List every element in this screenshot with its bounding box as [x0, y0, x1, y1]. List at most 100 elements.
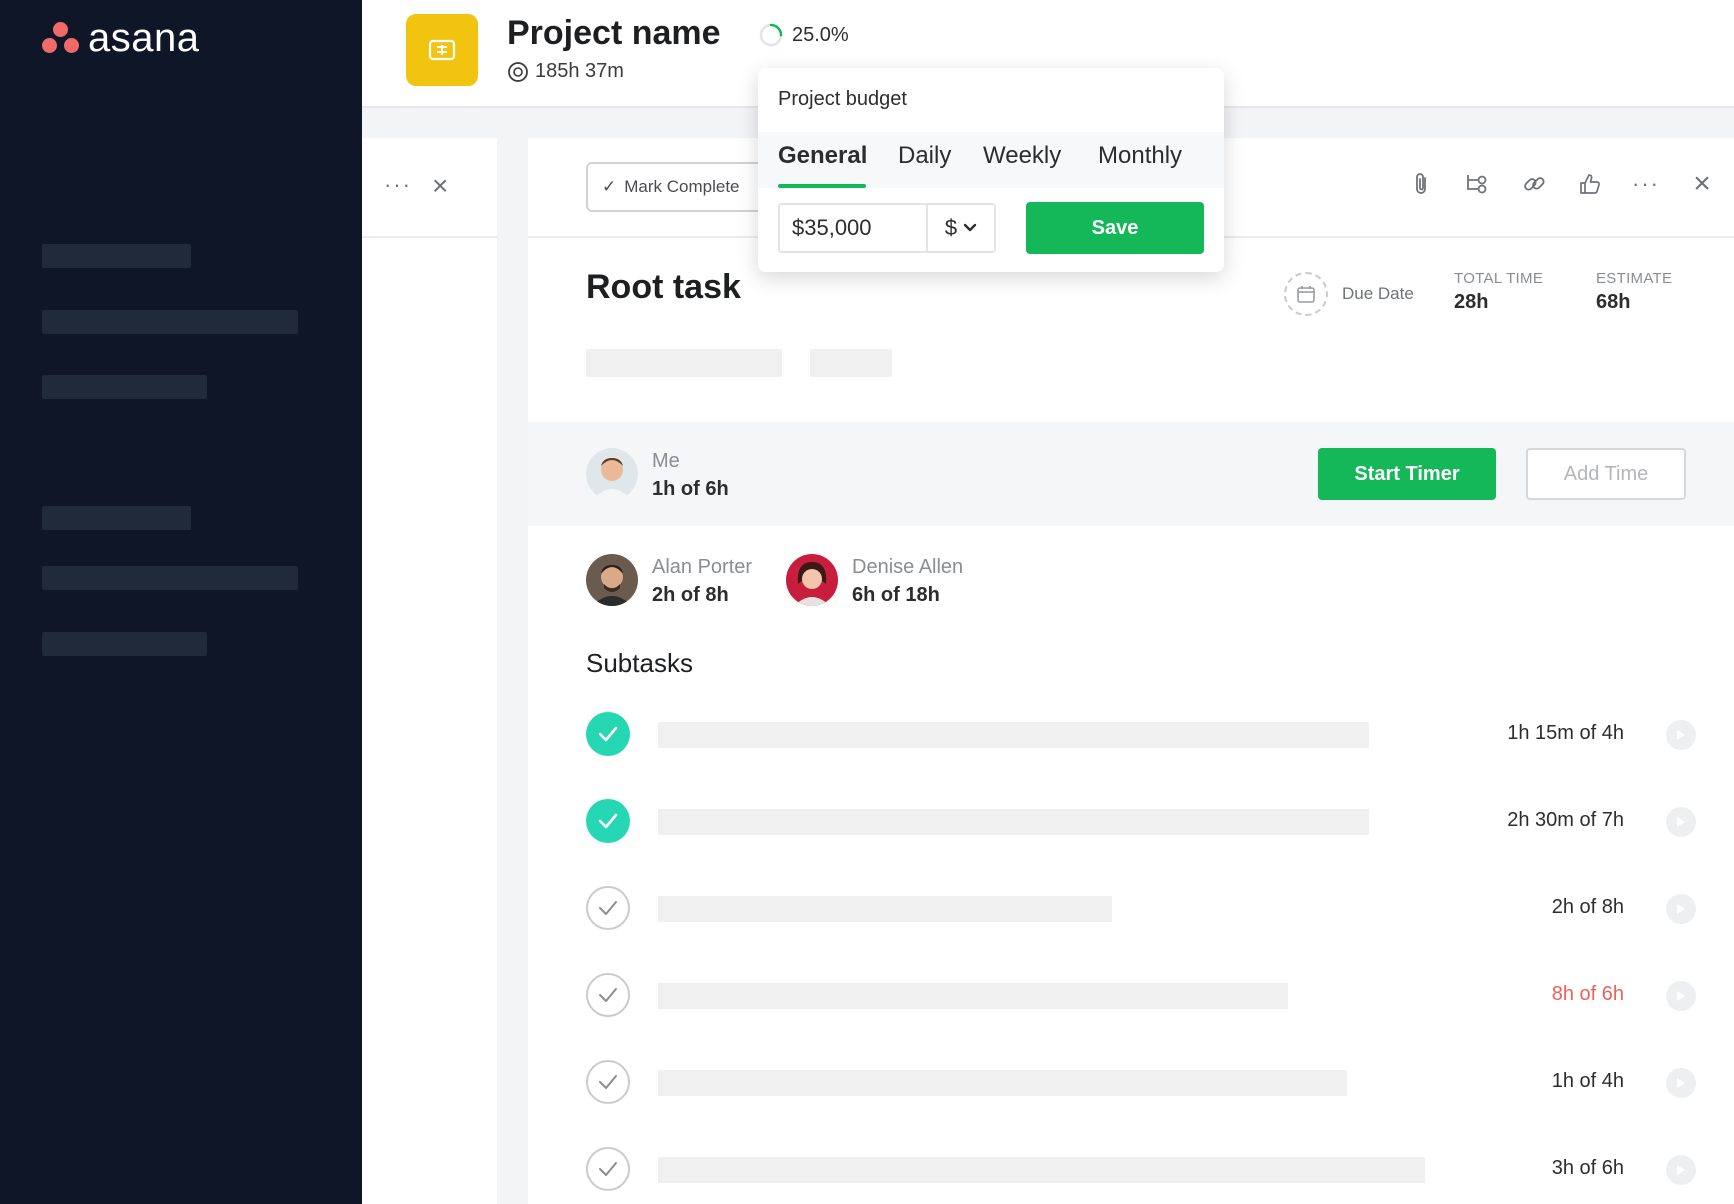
active-tab-indicator — [778, 184, 866, 188]
subtask-row[interactable]: 8h of 6h — [528, 965, 1734, 1025]
subtask-row[interactable]: 2h of 8h — [528, 878, 1734, 938]
chevron-down-icon — [963, 223, 977, 232]
due-date-field[interactable]: Due Date — [1284, 272, 1414, 316]
checkmark-icon[interactable] — [586, 799, 630, 843]
mark-complete-label: Mark Complete — [624, 177, 740, 196]
progress-percent-text: 25.0% — [792, 23, 849, 46]
checkmark-icon[interactable] — [586, 973, 630, 1017]
subtask-icon[interactable] — [1464, 170, 1492, 198]
close-icon[interactable]: × — [1688, 167, 1716, 200]
sidebar-item-placeholder[interactable] — [42, 566, 298, 590]
sidebar: asana — [0, 0, 362, 1204]
currency-select[interactable]: $ — [926, 203, 996, 253]
asana-logo[interactable]: asana — [42, 18, 199, 58]
assignee-name: Alan Porter — [652, 556, 753, 578]
start-timer-button[interactable]: Start Timer — [1318, 448, 1496, 500]
subtask-row[interactable]: 3h of 6h — [528, 1139, 1734, 1199]
assignee-time: 2h of 8h — [652, 584, 729, 606]
currency-value: $ — [944, 215, 958, 240]
clock-icon — [508, 61, 528, 82]
close-icon[interactable]: × — [432, 172, 448, 200]
check-icon: ✓ — [602, 177, 617, 196]
subtask-time: 2h 30m of 7h — [1507, 809, 1624, 831]
me-time: 1h of 6h — [652, 478, 729, 500]
sidebar-item-placeholder[interactable] — [42, 310, 298, 334]
more-options-icon[interactable]: ··· — [384, 172, 412, 198]
assignee-name: Denise Allen — [852, 556, 964, 578]
play-icon[interactable] — [1666, 1155, 1696, 1185]
estimate-value: 68h — [1596, 291, 1631, 313]
tab-monthly[interactable]: Monthly — [1098, 142, 1182, 170]
popover-title: Project budget — [778, 88, 907, 110]
checkmark-icon[interactable] — [586, 886, 630, 930]
subtask-time: 1h of 4h — [1551, 1070, 1624, 1092]
budget-tabs: General Daily Weekly Monthly — [758, 132, 1224, 188]
description-placeholder — [586, 349, 782, 377]
subtask-time: 2h of 8h — [1551, 896, 1624, 918]
calendar-icon — [1284, 272, 1328, 316]
link-icon[interactable] — [1520, 170, 1548, 198]
project-hours: 185h 37m — [507, 60, 624, 83]
subtask-row[interactable]: 1h of 4h — [528, 1052, 1734, 1112]
checkmark-icon[interactable] — [586, 1147, 630, 1191]
progress-ring-icon — [759, 23, 783, 47]
sidebar-item-placeholder[interactable] — [42, 506, 191, 530]
total-time-value: 28h — [1454, 291, 1489, 313]
tab-weekly[interactable]: Weekly — [983, 142, 1061, 170]
previous-task-panel: ··· × — [362, 138, 497, 1204]
play-icon[interactable] — [1666, 981, 1696, 1011]
sidebar-item-placeholder[interactable] — [42, 632, 207, 656]
subtask-name-placeholder — [658, 809, 1369, 835]
previous-task-toolbar: ··· × — [362, 138, 497, 238]
checkmark-icon[interactable] — [586, 712, 630, 756]
estimate-stat[interactable]: ESTIMATE 68h — [1596, 270, 1672, 314]
description-placeholder — [810, 349, 892, 377]
my-time-row: Me 1h of 6h Start Timer Add Time — [528, 422, 1734, 526]
logo-text: asana — [88, 16, 200, 60]
subtask-name-placeholder — [658, 1070, 1347, 1096]
play-icon[interactable] — [1666, 807, 1696, 837]
subtask-name-placeholder — [658, 1157, 1425, 1183]
like-icon[interactable] — [1576, 170, 1604, 198]
avatar[interactable] — [786, 554, 838, 606]
total-time-label: TOTAL TIME — [1454, 270, 1544, 287]
avatar[interactable] — [586, 448, 638, 500]
total-time-stat: TOTAL TIME 28h — [1454, 270, 1543, 314]
subtask-row[interactable]: 1h 15m of 4h — [528, 704, 1734, 764]
task-detail-panel: ✓ Mark Complete ··· × Root task Due Date — [528, 138, 1734, 1204]
sidebar-item-placeholder[interactable] — [42, 244, 191, 268]
add-time-button[interactable]: Add Time — [1526, 448, 1686, 500]
tab-daily[interactable]: Daily — [898, 142, 951, 170]
more-options-icon[interactable]: ··· — [1632, 170, 1660, 198]
subtask-name-placeholder — [658, 896, 1112, 922]
play-icon[interactable] — [1666, 1068, 1696, 1098]
play-icon[interactable] — [1666, 720, 1696, 750]
subtask-name-placeholder — [658, 983, 1288, 1009]
task-toolbar-icons: ··· × — [1408, 167, 1716, 200]
project-progress[interactable]: 25.0% — [758, 22, 849, 48]
board-icon — [428, 39, 456, 61]
subtasks-heading: Subtasks — [586, 648, 693, 678]
subtask-row[interactable]: 2h 30m of 7h — [528, 791, 1734, 851]
checkmark-icon[interactable] — [586, 1060, 630, 1104]
task-title[interactable]: Root task — [586, 268, 741, 307]
sidebar-item-placeholder[interactable] — [42, 375, 207, 399]
due-date-label: Due Date — [1342, 284, 1414, 303]
subtask-name-placeholder — [658, 722, 1369, 748]
project-hours-value: 185h 37m — [535, 60, 624, 82]
attachment-icon[interactable] — [1408, 170, 1436, 198]
budget-amount-input[interactable] — [778, 203, 926, 253]
tab-general[interactable]: General — [778, 142, 867, 170]
project-icon[interactable] — [406, 14, 478, 86]
avatar[interactable] — [586, 554, 638, 606]
mark-complete-button[interactable]: ✓ Mark Complete — [586, 162, 776, 212]
assignee-time: 6h of 18h — [852, 584, 940, 606]
estimate-label: ESTIMATE — [1596, 270, 1673, 287]
play-icon[interactable] — [1666, 894, 1696, 924]
subtask-time: 3h of 6h — [1551, 1157, 1624, 1179]
save-button[interactable]: Save — [1026, 202, 1204, 254]
project-title[interactable]: Project name — [507, 14, 721, 53]
me-name: Me — [652, 450, 680, 472]
asana-logo-icon — [42, 20, 80, 56]
subtask-time: 8h of 6h — [1551, 983, 1624, 1005]
